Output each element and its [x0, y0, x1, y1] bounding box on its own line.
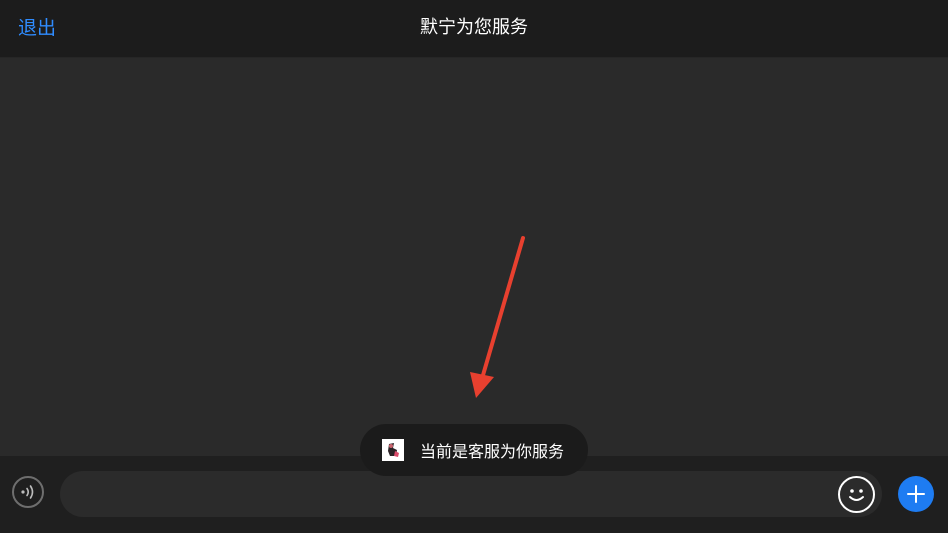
emoji-button[interactable] [838, 476, 875, 513]
service-agent-avatar [382, 439, 404, 461]
agent-avatar-icon [382, 439, 404, 461]
plus-icon [907, 485, 925, 503]
toast-message: 当前是客服为你服务 [420, 442, 565, 461]
voice-input-button[interactable] [12, 476, 44, 508]
nav-bar: 退出 默宁为您服务 [0, 0, 948, 58]
message-input[interactable] [60, 471, 882, 517]
more-actions-button[interactable] [898, 476, 934, 512]
chat-window: 退出 默宁为您服务 当前是客服为你服务 [0, 0, 948, 533]
page-title: 默宁为您服务 [420, 17, 528, 38]
status-toast: 当前是客服为你服务 [360, 424, 588, 476]
smiley-icon [849, 489, 864, 501]
voice-wave-icon [21, 485, 34, 499]
message-list [0, 58, 948, 456]
